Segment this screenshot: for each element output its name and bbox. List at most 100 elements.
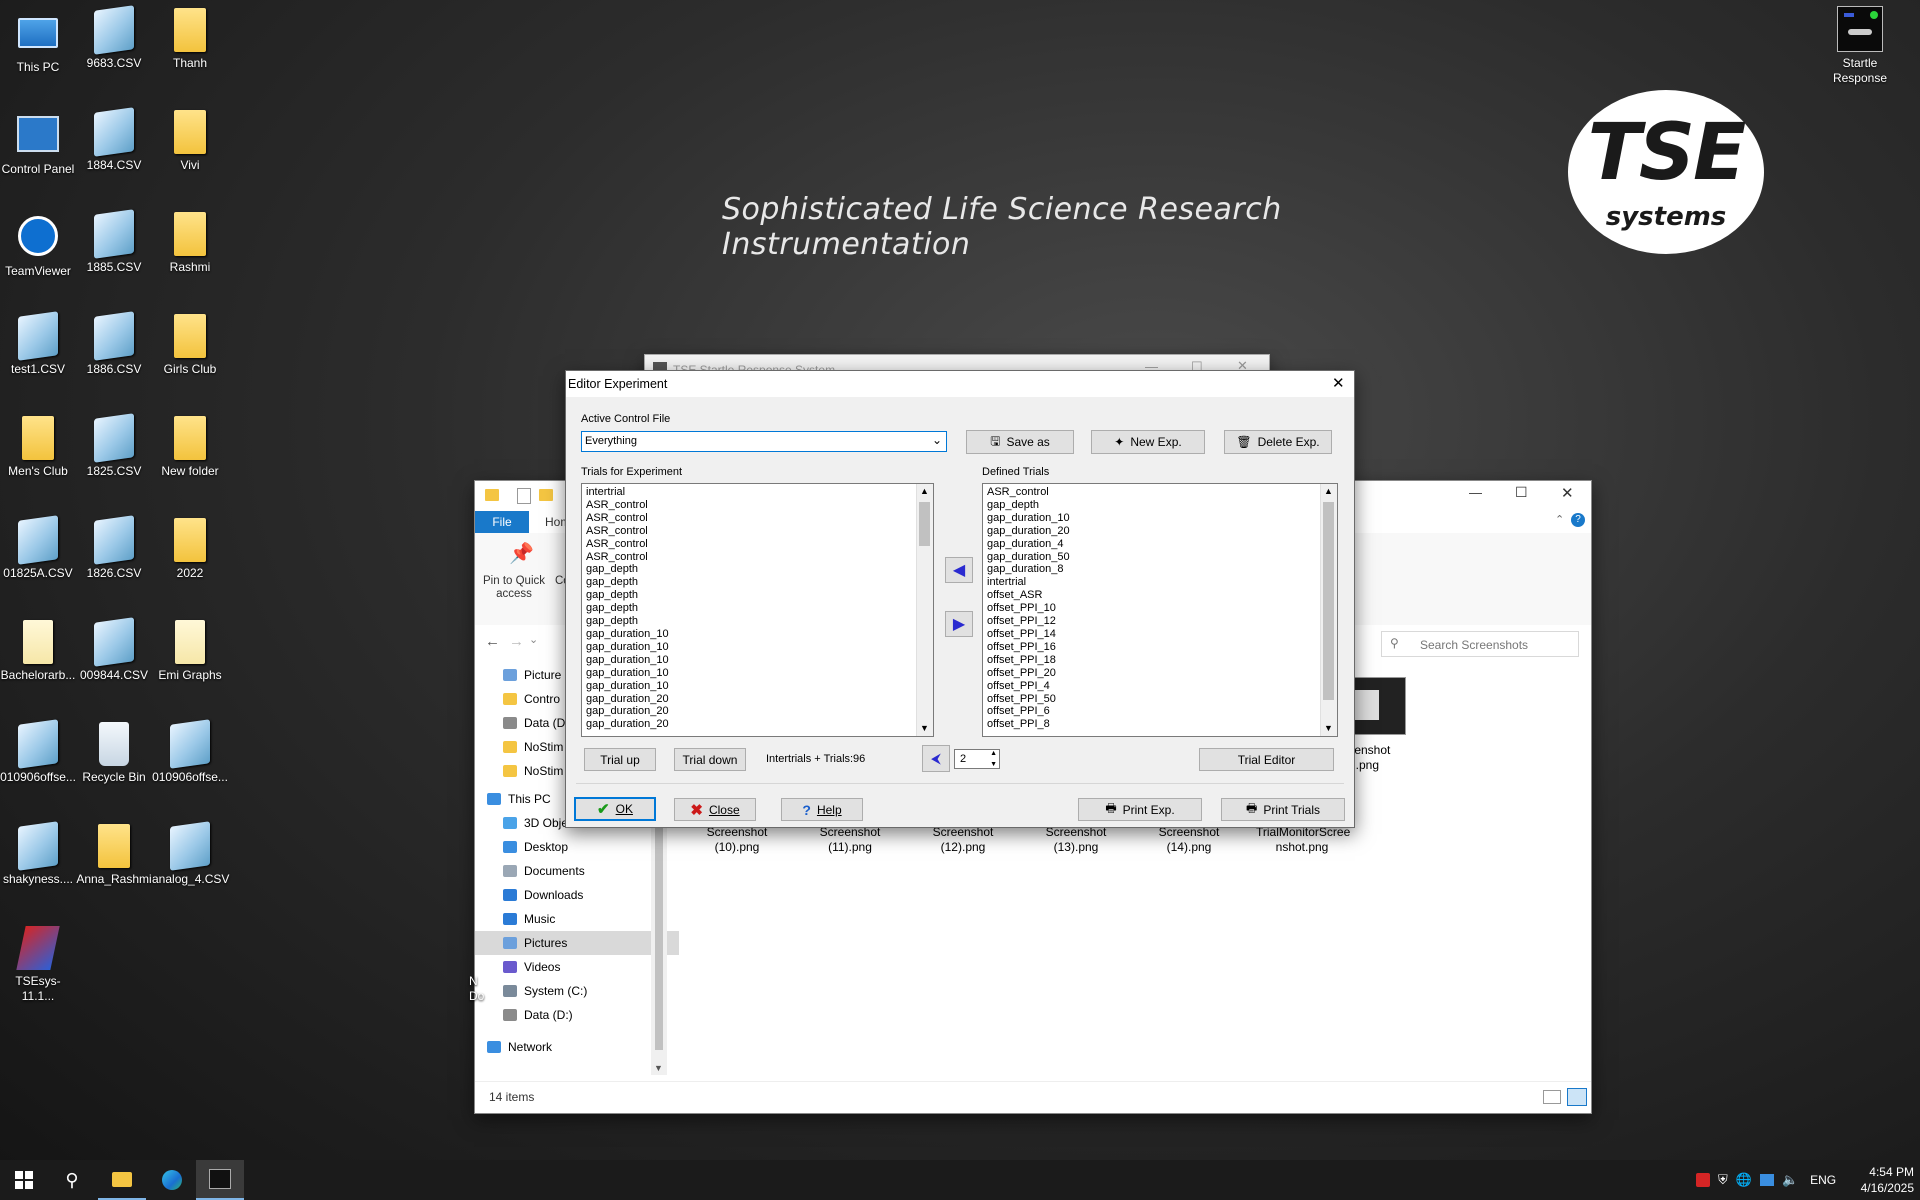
defined-trial-item[interactable]: ASR_control bbox=[983, 486, 1337, 499]
desktop-icon[interactable]: TSEsys-11.1... bbox=[0, 926, 76, 1004]
large-icons-view-icon[interactable] bbox=[1567, 1088, 1587, 1106]
defined-trial-item[interactable]: offset_PPI_18 bbox=[983, 654, 1337, 667]
desktop-icon[interactable]: Bachelorarb... bbox=[0, 620, 76, 683]
pin-quick-access-label[interactable]: Pin to Quick access bbox=[479, 575, 549, 601]
nav-item[interactable]: Data (D:) bbox=[475, 1003, 679, 1027]
defined-scrollbar[interactable]: ▲ ▼ bbox=[1320, 484, 1337, 736]
trials-for-experiment-list[interactable]: intertrial ASR_control ASR_control ASR_cont… bbox=[581, 483, 934, 737]
desktop-icon[interactable]: analog_4.CSV bbox=[152, 821, 229, 887]
intertrial-icon-button[interactable]: ⮜ bbox=[922, 745, 950, 772]
defined-trial-item[interactable]: gap_duration_20 bbox=[983, 525, 1337, 538]
close-button[interactable]: ✖ Close bbox=[674, 798, 756, 821]
defender-icon[interactable]: ⛨ bbox=[1718, 1172, 1728, 1188]
new-exp-button[interactable]: ✦ New Exp. bbox=[1091, 430, 1205, 454]
desktop-icon-startle-response[interactable]: Startle Response bbox=[1822, 6, 1898, 86]
trial-editor-button[interactable]: Trial Editor bbox=[1199, 748, 1334, 771]
desktop-icon[interactable]: Thanh bbox=[152, 8, 228, 71]
trial-list-item[interactable]: gap_duration_20 bbox=[582, 718, 933, 731]
tray-blue-icon[interactable] bbox=[1759, 1174, 1774, 1186]
print-trials-button[interactable]: 🖶 Print Trials bbox=[1221, 798, 1345, 821]
defined-scroll-thumb[interactable] bbox=[1323, 502, 1334, 700]
delete-exp-button[interactable]: 🗑 Delete Exp. bbox=[1224, 430, 1332, 454]
file-thumbnail[interactable]: TrialMonitorScree nshot.png bbox=[1256, 825, 1350, 855]
spin-down-icon[interactable]: ▼ bbox=[990, 761, 997, 768]
trial-list-item[interactable]: gap_depth bbox=[582, 615, 933, 628]
spin-up-icon[interactable]: ▲ bbox=[990, 750, 997, 757]
defined-trial-item[interactable]: gap_duration_4 bbox=[983, 538, 1337, 551]
move-right-button[interactable]: ▶ bbox=[945, 611, 973, 637]
details-view-icon[interactable] bbox=[1543, 1090, 1561, 1104]
trial-list-item[interactable]: gap_duration_10 bbox=[582, 628, 933, 641]
defined-trial-item[interactable]: gap_duration_50 bbox=[983, 551, 1337, 564]
desktop-icon[interactable]: Anna_Rashmi bbox=[76, 824, 152, 887]
desktop-icon[interactable]: 2022 bbox=[152, 518, 228, 581]
defined-trial-item[interactable]: offset_PPI_6 bbox=[983, 705, 1337, 718]
desktop-icon[interactable]: 1826.CSV bbox=[76, 515, 152, 581]
network-icon[interactable]: 🌐 bbox=[1736, 1172, 1752, 1188]
desktop-icon[interactable]: 1885.CSV bbox=[76, 209, 152, 275]
trial-list-item[interactable]: ASR_control bbox=[582, 499, 933, 512]
chevron-up-icon[interactable]: ⌃ bbox=[1555, 513, 1564, 526]
desktop-icon[interactable]: Rashmi bbox=[152, 212, 228, 275]
trial-list-item[interactable]: gap_duration_10 bbox=[582, 641, 933, 654]
file-thumbnail[interactable]: Screenshot (12).png bbox=[917, 825, 1009, 855]
file-thumbnail[interactable]: Screenshot (10).png bbox=[691, 825, 783, 855]
desktop-icon[interactable]: Recycle Bin bbox=[76, 722, 152, 785]
nav-item-network[interactable]: Network bbox=[475, 1035, 663, 1059]
editor-experiment-dialog[interactable]: Editor Experiment ✕ Active Control File … bbox=[565, 370, 1355, 828]
save-as-button[interactable]: 🖫 Save as bbox=[966, 430, 1074, 454]
nav-item[interactable]: Pictures bbox=[475, 931, 679, 955]
ok-button[interactable]: ✔ OK bbox=[574, 797, 656, 821]
trial-list-item[interactable]: ASR_control bbox=[582, 525, 933, 538]
defined-trial-item[interactable]: offset_PPI_12 bbox=[983, 615, 1337, 628]
desktop-icon[interactable]: 010906offse... bbox=[152, 719, 228, 785]
nav-item[interactable]: Downloads bbox=[475, 883, 679, 907]
close-icon[interactable]: ✕ bbox=[1332, 374, 1345, 392]
desktop-icon[interactable]: 009844.CSV bbox=[76, 617, 152, 683]
trial-list-item[interactable]: gap_depth bbox=[582, 602, 933, 615]
clock[interactable]: 4:54 PM 4/16/2025 bbox=[1848, 1164, 1914, 1196]
desktop-icon[interactable]: 1886.CSV bbox=[76, 311, 152, 377]
defined-trial-item[interactable]: offset_PPI_4 bbox=[983, 680, 1337, 693]
nav-item[interactable]: Documents bbox=[475, 859, 679, 883]
defined-trial-item[interactable]: offset_PPI_10 bbox=[983, 602, 1337, 615]
file-thumbnail[interactable]: Screenshot (13).png bbox=[1030, 825, 1122, 855]
desktop-icon[interactable]: Girls Club bbox=[152, 314, 228, 377]
trial-list-item[interactable]: gap_duration_20 bbox=[582, 705, 933, 718]
trial-up-button[interactable]: Trial up bbox=[584, 748, 656, 771]
scroll-down-icon[interactable]: ▼ bbox=[1324, 722, 1333, 735]
file-thumbnail[interactable]: Screenshot (14).png bbox=[1143, 825, 1235, 855]
desktop-icon[interactable]: This PC bbox=[0, 8, 76, 75]
file-thumbnail[interactable]: Screenshot (11).png bbox=[804, 825, 896, 855]
nav-item[interactable]: Desktop bbox=[475, 835, 679, 859]
defined-trial-item[interactable]: offset_ASR bbox=[983, 589, 1337, 602]
trial-list-item[interactable]: ASR_control bbox=[582, 512, 933, 525]
search-box[interactable]: ⚲ Search Screenshots bbox=[1381, 631, 1579, 657]
active-control-select[interactable]: Everything ⌄ bbox=[581, 431, 947, 452]
help-icon[interactable]: ? bbox=[1571, 513, 1585, 527]
defined-trials-list[interactable]: ASR_control gap_depth gap_duration_10 gap_d… bbox=[982, 483, 1338, 737]
trials-scrollbar[interactable]: ▲ ▼ bbox=[916, 484, 933, 736]
trial-list-item[interactable]: ASR_control bbox=[582, 538, 933, 551]
help-button[interactable]: ? Help bbox=[781, 798, 863, 821]
desktop-icon[interactable]: 9683.CSV bbox=[76, 5, 152, 71]
desktop-icon[interactable]: shakyness.... bbox=[0, 821, 76, 887]
nav-item[interactable]: Music bbox=[475, 907, 679, 931]
close-icon[interactable]: ✕ bbox=[1561, 484, 1574, 502]
start-button[interactable] bbox=[0, 1160, 48, 1200]
scroll-down-icon[interactable]: ▼ bbox=[654, 1063, 663, 1073]
trial-list-item[interactable]: gap_depth bbox=[582, 589, 933, 602]
print-exp-button[interactable]: 🖶 Print Exp. bbox=[1078, 798, 1202, 821]
search-button[interactable]: ⚲ bbox=[48, 1160, 96, 1200]
move-left-button[interactable]: ◀ bbox=[945, 557, 973, 583]
desktop-icon[interactable]: Men's Club bbox=[0, 416, 76, 479]
taskbar-file-explorer[interactable] bbox=[98, 1160, 146, 1200]
minimize-icon[interactable]: — bbox=[1469, 485, 1482, 500]
defined-trial-item[interactable]: intertrial bbox=[983, 576, 1337, 589]
defined-trial-item[interactable]: offset_PPI_8 bbox=[983, 718, 1337, 731]
nav-item[interactable]: System (C:) bbox=[475, 979, 679, 1003]
desktop-icon[interactable]: Vivi bbox=[152, 110, 228, 173]
defined-trial-item[interactable]: offset_PPI_16 bbox=[983, 641, 1337, 654]
taskbar-edge[interactable] bbox=[148, 1160, 196, 1200]
desktop-icon[interactable]: TeamViewer bbox=[0, 212, 76, 279]
